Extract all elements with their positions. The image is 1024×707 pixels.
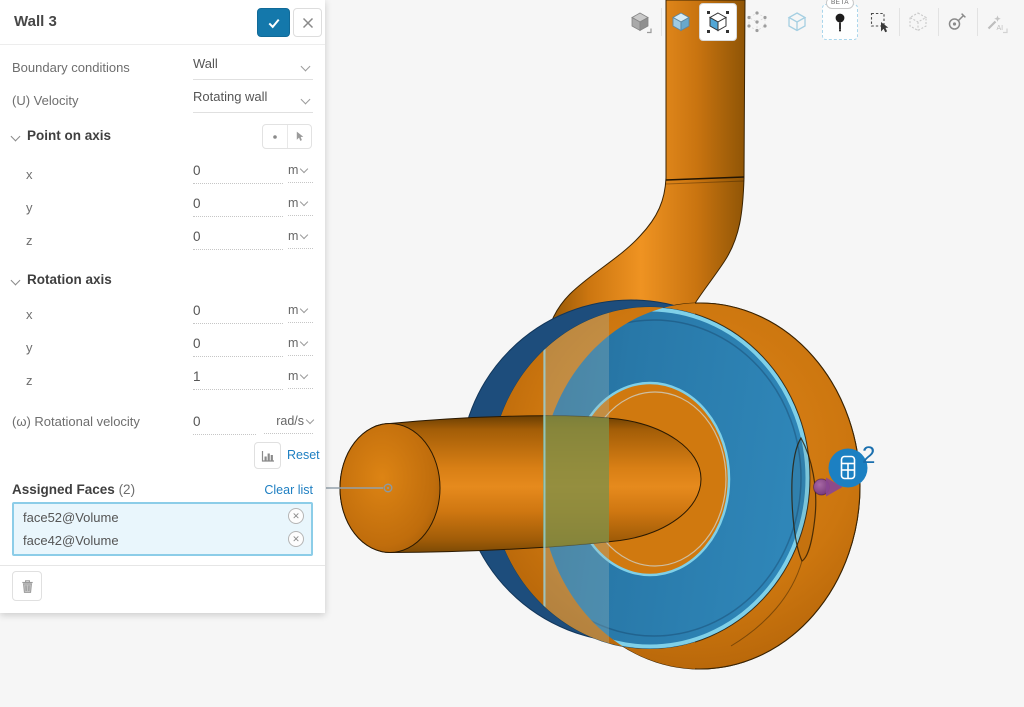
remove-face-button[interactable]: ✕ xyxy=(288,508,304,524)
axis-x-label: x xyxy=(26,307,33,322)
view-cube-icon[interactable] xyxy=(623,5,657,39)
panel-title: Wall 3 xyxy=(14,13,57,30)
delete-button[interactable] xyxy=(12,571,42,601)
assigned-faces-count: (2) xyxy=(119,482,136,497)
chevron-down-icon xyxy=(300,338,308,346)
point-x-label: x xyxy=(26,167,33,182)
rotational-velocity-input[interactable]: 0 xyxy=(193,414,256,435)
probe-point-button[interactable]: BETA xyxy=(822,4,858,40)
toolbar-divider xyxy=(977,8,978,36)
panel-header: Wall 3 xyxy=(0,0,325,45)
clear-list-link[interactable]: Clear list xyxy=(264,483,313,497)
velocity-select[interactable]: Rotating wall xyxy=(193,89,313,113)
axis-x-unit-select[interactable]: m xyxy=(288,303,313,323)
hide-selection-icon[interactable] xyxy=(901,5,935,39)
probe-pin-icon xyxy=(828,10,852,34)
chevron-down-icon xyxy=(300,231,308,239)
point-y-input[interactable]: 0 xyxy=(193,196,283,217)
face-list-item[interactable]: face42@Volume ✕ xyxy=(14,528,311,551)
chevron-down-icon xyxy=(300,305,308,313)
check-icon xyxy=(265,14,283,32)
axis-y-unit-select[interactable]: m xyxy=(288,336,313,356)
point-z-unit-select[interactable]: m xyxy=(288,229,313,249)
confirm-button[interactable] xyxy=(257,8,290,37)
toolbar-divider xyxy=(661,8,662,36)
toolbar-divider xyxy=(938,8,939,36)
select-edges-icon[interactable] xyxy=(780,5,814,39)
boundary-conditions-select[interactable]: Wall xyxy=(193,56,313,80)
beta-badge: BETA xyxy=(826,0,854,9)
select-faces-button[interactable] xyxy=(699,3,737,41)
axis-x-input[interactable]: 0 xyxy=(193,303,283,324)
collapse-chevron-icon[interactable] xyxy=(11,276,21,286)
velocity-label: (U) Velocity xyxy=(12,93,78,108)
point-y-label: y xyxy=(26,200,33,215)
point-z-label: z xyxy=(26,233,33,248)
chevron-down-icon xyxy=(300,371,308,379)
select-vertices-icon[interactable] xyxy=(740,5,774,39)
point-x-input[interactable]: 0 xyxy=(193,163,283,184)
toolbar-divider xyxy=(899,8,900,36)
probe-point-label: 2 xyxy=(862,442,875,469)
measure-icon[interactable] xyxy=(940,5,974,39)
point-x-unit-select[interactable]: m xyxy=(288,163,313,183)
face-name: face52@Volume xyxy=(23,510,119,525)
table-input-button[interactable] xyxy=(254,442,281,469)
point-picker-group xyxy=(262,124,312,149)
chevron-down-icon xyxy=(300,165,308,173)
assigned-faces-label: Assigned Faces xyxy=(12,482,115,497)
assigned-faces-list: face52@Volume ✕ face42@Volume ✕ xyxy=(12,502,313,556)
dot-icon xyxy=(270,132,280,142)
cursor-pick-icon xyxy=(293,130,306,143)
reset-link[interactable]: Reset xyxy=(287,448,320,462)
axis-z-input[interactable]: 1 xyxy=(193,369,283,390)
collapse-chevron-icon[interactable] xyxy=(11,132,21,142)
point-pick-on-screen-button[interactable] xyxy=(287,125,312,148)
point-y-unit-select[interactable]: m xyxy=(288,196,313,216)
cancel-button[interactable] xyxy=(293,8,322,37)
box-select-icon[interactable] xyxy=(863,5,897,39)
svg-text:AI: AI xyxy=(997,25,1004,32)
ai-assistant-icon[interactable]: AI xyxy=(979,5,1013,39)
panel-footer-divider xyxy=(0,565,325,566)
select-volumes-icon[interactable] xyxy=(664,5,698,39)
point-input-mode-button[interactable] xyxy=(263,125,287,148)
trash-icon xyxy=(19,578,36,595)
rotation-axis-section-label: Rotation axis xyxy=(27,272,112,287)
point-z-input[interactable]: 0 xyxy=(193,229,283,250)
boundary-conditions-label: Boundary conditions xyxy=(12,60,130,75)
chevron-down-icon xyxy=(301,62,311,72)
face-name: face42@Volume xyxy=(23,533,119,548)
axis-z-label: z xyxy=(26,373,33,388)
chevron-down-icon xyxy=(300,198,308,206)
close-icon xyxy=(302,17,314,29)
point-on-axis-section-label: Point on axis xyxy=(27,128,111,143)
axis-y-label: y xyxy=(26,340,33,355)
axis-z-unit-select[interactable]: m xyxy=(288,369,313,389)
chart-icon xyxy=(260,448,276,464)
face-list-item[interactable]: face52@Volume ✕ xyxy=(14,505,311,528)
rotational-velocity-label: (ω) Rotational velocity xyxy=(12,414,140,429)
boundary-condition-panel: Wall 3 Boundary conditions Wall (U) Velo… xyxy=(0,0,325,613)
chevron-down-icon xyxy=(306,416,314,424)
chevron-down-icon xyxy=(301,95,311,105)
rotational-velocity-unit-select[interactable]: rad/s xyxy=(264,414,313,434)
remove-face-button[interactable]: ✕ xyxy=(288,531,304,547)
axis-y-input[interactable]: 0 xyxy=(193,336,283,357)
